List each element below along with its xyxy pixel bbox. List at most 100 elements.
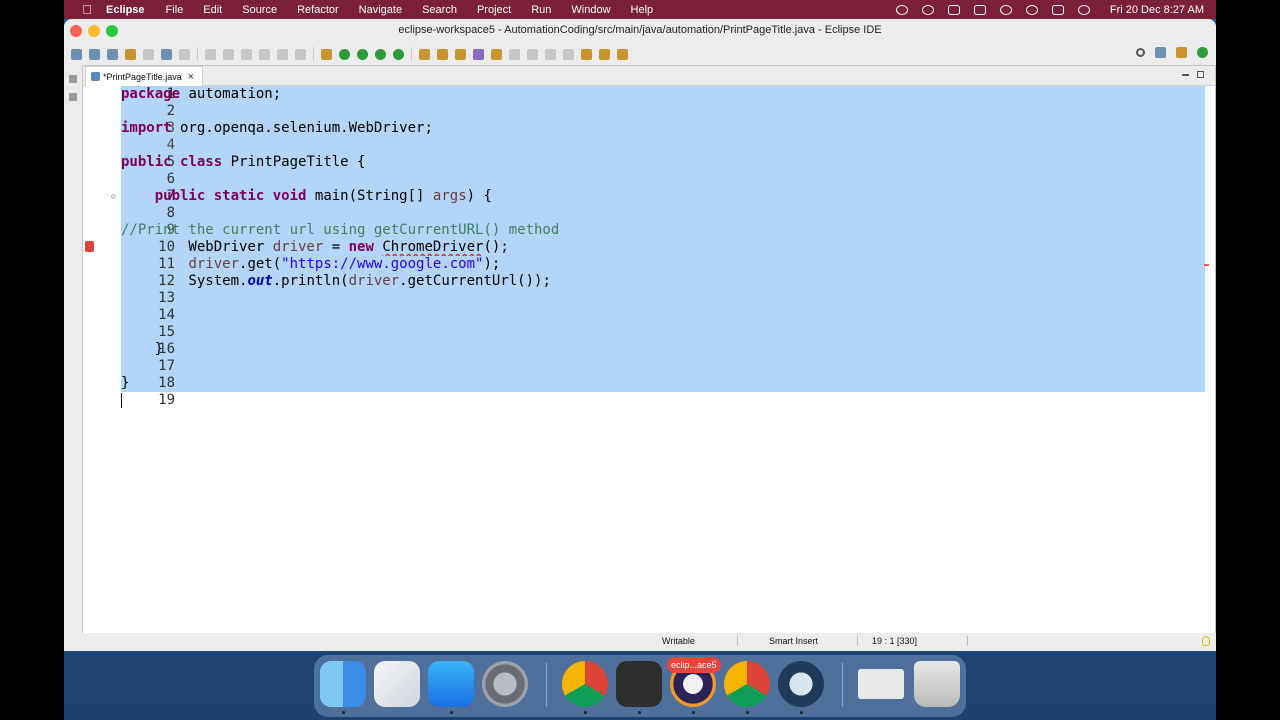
menu-file[interactable]: File (166, 4, 184, 16)
menu-help[interactable]: Help (631, 4, 654, 16)
code-text: import org.openqa.selenium.WebDriver; (121, 120, 433, 137)
step-into-icon[interactable] (259, 48, 270, 60)
menu-source[interactable]: Source (242, 4, 277, 16)
menu-app-eclipse[interactable]: Eclipse (106, 4, 145, 16)
code-token: ); (483, 256, 501, 272)
menu-window[interactable]: Window (571, 4, 610, 16)
next-annotation-icon[interactable] (563, 48, 574, 60)
apple-icon[interactable]:  (80, 2, 94, 17)
code-text: package automation; (121, 86, 281, 103)
menu-clock[interactable]: Fri 20 Dec 8:27 AM (1110, 4, 1204, 16)
step-over-icon[interactable] (277, 48, 288, 60)
launchpad-icon[interactable] (374, 661, 420, 707)
debug-perspective-icon[interactable] (1197, 47, 1208, 58)
new-icon[interactable] (71, 48, 82, 60)
save-icon[interactable] (89, 48, 100, 60)
menu-navigate[interactable]: Navigate (359, 4, 402, 16)
play-icon[interactable] (921, 4, 934, 15)
menu-refactor[interactable]: Refactor (297, 4, 339, 16)
pin-editor-icon[interactable] (617, 48, 628, 60)
java-perspective-icon[interactable] (1176, 47, 1187, 58)
code-editor[interactable]: 1 package automation; 2 3 import org.ope… (83, 86, 1205, 616)
fold-toggle-icon[interactable]: ⊝ (111, 192, 116, 201)
open-type-icon[interactable] (455, 48, 466, 60)
running-indicator (746, 711, 749, 714)
record-icon[interactable] (895, 4, 908, 15)
code-token: = (323, 239, 349, 255)
skip-breakpoints-icon[interactable] (179, 48, 190, 60)
toggle-mark-occurrences-icon[interactable] (491, 48, 502, 60)
keyword: import (121, 120, 172, 136)
quicktime-icon[interactable] (778, 661, 824, 707)
new-java-class-icon[interactable] (437, 48, 448, 60)
menu-edit[interactable]: Edit (203, 4, 222, 16)
overview-ruler-error-marker[interactable] (1204, 264, 1209, 266)
close-tab-icon[interactable]: × (188, 71, 194, 83)
battery-icon[interactable] (973, 4, 986, 15)
chrome-icon[interactable] (562, 661, 608, 707)
window-title: eclipse-workspace5 - AutomationCoding/sr… (398, 24, 882, 36)
external-tools-icon[interactable] (393, 48, 404, 60)
build-icon[interactable] (321, 48, 332, 60)
run-icon[interactable] (357, 48, 368, 60)
window-preview-icon[interactable] (858, 669, 904, 699)
code-line: 14 (83, 307, 1205, 324)
debug-icon[interactable] (339, 48, 350, 60)
menu-project[interactable]: Project (477, 4, 511, 16)
resume-icon[interactable] (205, 48, 216, 60)
siri-icon[interactable] (1077, 4, 1090, 15)
maximize-icon[interactable] (1196, 70, 1205, 79)
system-preferences-icon[interactable] (482, 661, 528, 707)
code-text: System.out.println(driver.getCurrentUrl(… (121, 273, 550, 290)
chrome-icon[interactable] (724, 661, 770, 707)
block-selection-icon[interactable] (527, 48, 538, 60)
code-line: 18 } (83, 375, 1205, 392)
terminate-icon[interactable] (241, 48, 252, 60)
app-store-icon[interactable] (428, 661, 474, 707)
toolbar-right (1136, 47, 1208, 58)
restore-icon[interactable] (69, 75, 77, 83)
spotlight-icon[interactable] (1025, 4, 1038, 15)
code-token: PrintPageTitle { (222, 154, 366, 170)
code-line: 6 (83, 171, 1205, 188)
suspend-icon[interactable] (223, 48, 234, 60)
running-indicator (450, 711, 453, 714)
show-whitespace-icon[interactable] (545, 48, 556, 60)
static-field: out (247, 273, 273, 289)
code-token: .get( (239, 256, 282, 272)
package-explorer-icon[interactable] (69, 93, 77, 101)
menu-run[interactable]: Run (531, 4, 551, 16)
tip-lightbulb-icon[interactable] (1202, 636, 1210, 646)
terminal-icon[interactable] (161, 48, 172, 60)
screen-icon[interactable] (947, 4, 960, 15)
code-text: public class PrintPageTitle { (121, 154, 365, 171)
new-java-package-icon[interactable] (419, 48, 430, 60)
coverage-icon[interactable] (375, 48, 386, 60)
word-wrap-icon[interactable] (509, 48, 520, 60)
search-icon[interactable] (1136, 48, 1145, 57)
undo-icon[interactable] (125, 48, 136, 60)
control-center-icon[interactable] (1051, 4, 1064, 15)
status-insert-mode: Smart Insert (769, 636, 819, 646)
sublime-text-icon[interactable] (616, 661, 662, 707)
wifi-icon[interactable] (999, 4, 1012, 15)
forward-icon[interactable] (599, 48, 610, 60)
line-number: 4 (166, 137, 175, 153)
selection-highlight (121, 103, 1205, 120)
minimize-icon[interactable] (1181, 70, 1190, 79)
status-separator (857, 636, 858, 646)
menu-search[interactable]: Search (422, 4, 457, 16)
step-return-icon[interactable] (295, 48, 306, 60)
trash-icon[interactable] (914, 661, 960, 707)
running-indicator (692, 711, 695, 714)
redo-icon[interactable] (143, 48, 154, 60)
save-all-icon[interactable] (107, 48, 118, 60)
back-icon[interactable] (581, 48, 592, 60)
open-perspective-icon[interactable] (1155, 47, 1166, 58)
finder-icon[interactable] (320, 661, 366, 707)
code-comment: //Print the current url using getCurrent… (121, 222, 560, 238)
search-tool-icon[interactable] (473, 48, 484, 60)
keyword: static (213, 188, 265, 204)
tab-printpagetitle[interactable]: *PrintPageTitle.java × (85, 66, 203, 86)
